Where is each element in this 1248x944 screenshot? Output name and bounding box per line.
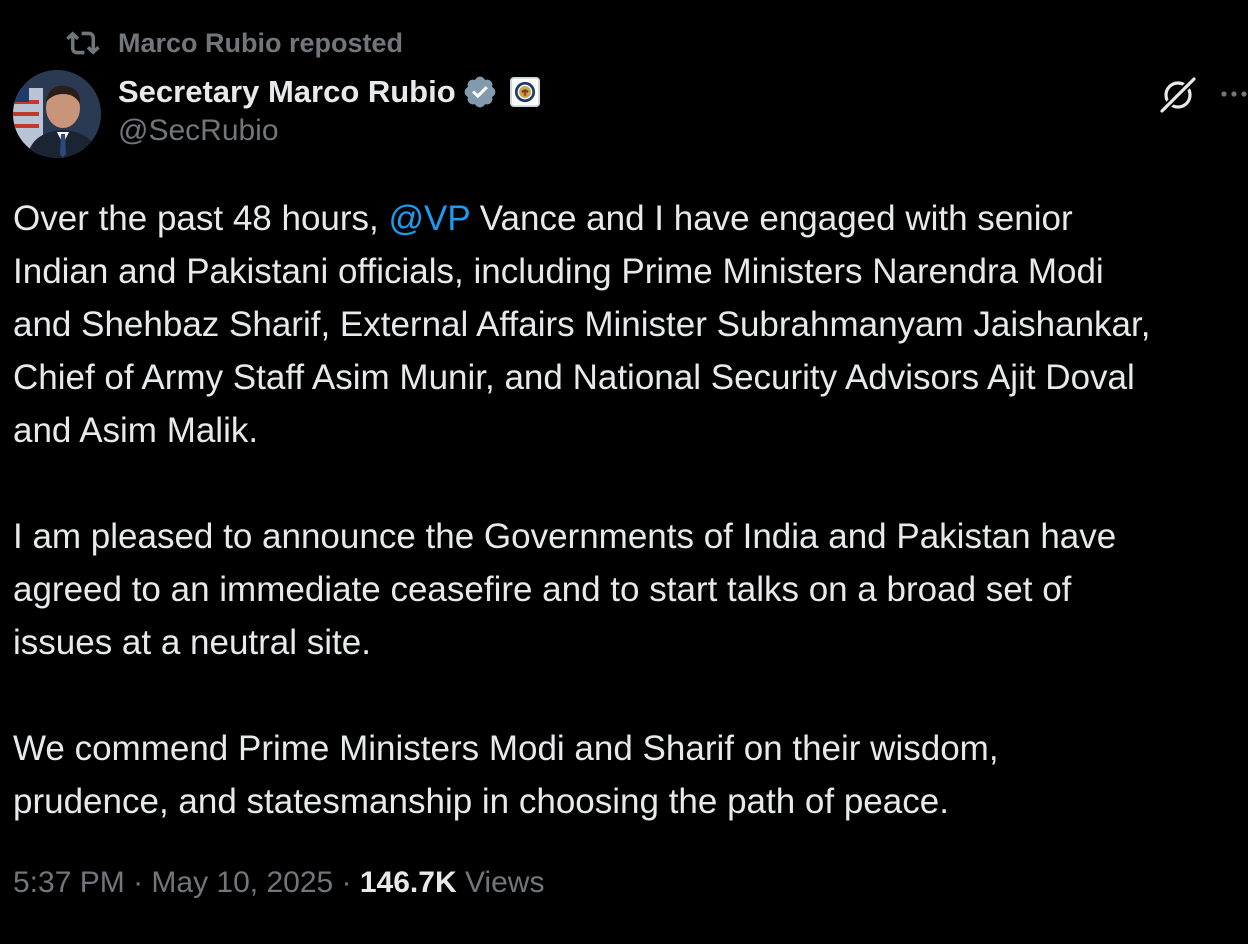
tweet-line: agreed to an immediate ceasefire and to … [13,570,1072,609]
author-handle[interactable]: @SecRubio [118,114,279,148]
state-department-seal-icon[interactable] [509,77,540,107]
tweet-line: Chief of Army Staff Asim Munir, and Nati… [13,358,1135,397]
tweet-date[interactable]: May 10, 2025 [151,866,333,899]
more-icon[interactable] [1220,84,1248,104]
tweet-line: and Shehbaz Sharif, External Affairs Min… [13,305,1151,344]
views-count[interactable]: 146.7K [360,866,457,899]
tweet-line: Over the past 48 hours, @VP Vance and I … [13,192,1248,245]
repost-label: Marco Rubio reposted [118,27,404,58]
repost-icon [66,31,100,55]
tweet-line: prudence, and statesmanship in choosing … [13,782,949,821]
verified-badge-icon[interactable] [462,74,498,110]
tweet-line: issues at a neutral site. [13,623,371,662]
author-avatar[interactable] [13,70,101,158]
mention-link[interactable]: @VP [388,199,470,238]
author-display-name[interactable]: Secretary Marco Rubio [118,74,456,110]
views-label[interactable]: Views [465,866,544,899]
tweet-meta: 5:37 PM · May 10, 2025 · 146.7K Views [13,866,544,900]
tweet-time[interactable]: 5:37 PM [13,866,125,899]
meta-separator: · [333,866,360,899]
repost-indicator[interactable]: Marco Rubio reposted [66,26,403,60]
tweet-text-segment: Over the past 48 hours, [13,199,389,238]
grok-icon[interactable] [1157,74,1199,116]
tweet-line: and Asim Malik. [13,411,259,450]
tweet-line: We commend Prime Ministers Modi and Shar… [13,729,999,768]
tweet-line: Indian and Pakistani officials, includin… [13,252,1104,291]
tweet-text: Over the past 48 hours, @VP Vance and I … [13,192,1248,828]
author-name-row: Secretary Marco Rubio [118,70,540,114]
avatar-photo [13,70,101,158]
tweet-line: I am pleased to announce the Governments… [13,517,1117,556]
tweet-text-segment: Vance and I have engaged with senior [470,199,1073,238]
views-spacer [457,866,465,899]
meta-separator: · [124,866,152,899]
